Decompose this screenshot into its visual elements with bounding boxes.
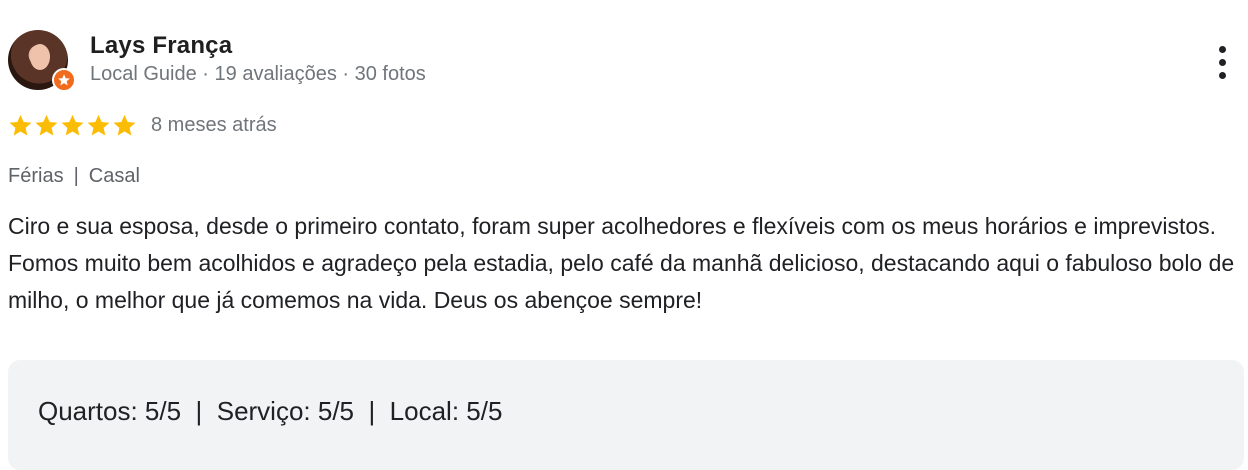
more-vertical-icon — [1218, 45, 1226, 53]
tag-travel-group: Casal — [88, 165, 140, 187]
tag-separator: | — [73, 165, 79, 187]
star-rating — [8, 113, 137, 138]
review-tags: Férias | Casal — [8, 165, 140, 188]
star-icon — [87, 114, 110, 136]
local-guide-star-icon — [58, 74, 70, 86]
local-guide-badge — [52, 68, 76, 92]
review-date: 8 meses atrás — [151, 114, 277, 136]
sub-ratings-panel: Quartos: 5/5 | Serviço: 5/5 | Local: 5/5 — [8, 360, 1244, 470]
star-icon — [9, 114, 32, 136]
review-paragraph-1: Ciro e sua esposa, desde o primeiro cont… — [8, 213, 1217, 239]
star-icon — [35, 114, 58, 136]
review-paragraph-2: Fomos muito bem acolhidos e agradeço pel… — [8, 250, 1235, 313]
sub-ratings-text: Quartos: 5/5 | Serviço: 5/5 | Local: 5/5 — [38, 396, 503, 426]
reviewer-name[interactable]: Lays França — [90, 32, 232, 60]
star-icon — [61, 114, 84, 136]
review-text: Ciro e sua esposa, desde o primeiro cont… — [8, 208, 1240, 319]
more-options-button[interactable] — [1207, 40, 1237, 84]
star-icon — [113, 114, 136, 136]
avatar-face — [30, 44, 50, 70]
reviewer-meta: Local Guide · 19 avaliações · 30 fotos — [90, 63, 426, 85]
review-card: Lays França Local Guide · 19 avaliações … — [0, 0, 1248, 470]
tag-trip-type: Férias — [8, 165, 64, 187]
avatar[interactable] — [8, 30, 76, 92]
rating-row: 8 meses atrás — [8, 113, 277, 138]
